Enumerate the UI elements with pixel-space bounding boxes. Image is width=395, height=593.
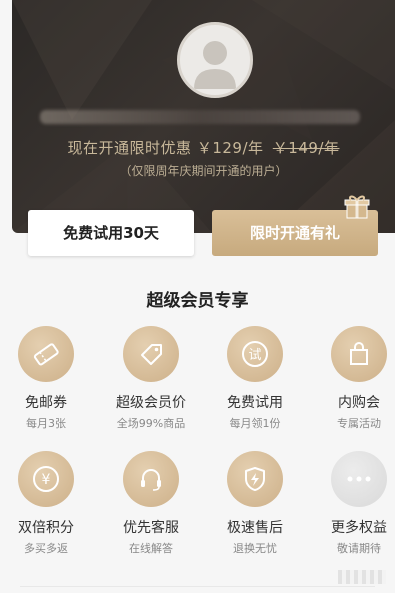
price-tag-icon [123, 326, 179, 382]
benefit-member-price[interactable]: 超级会员价 全场99%商品 [106, 326, 196, 431]
promo-old-price: ￥149/年 [272, 139, 340, 157]
watermark [338, 570, 386, 584]
yuan-icon: ¥ [18, 451, 74, 507]
promo-prefix: 现在开通限时优惠 [67, 139, 192, 157]
promo-note: （仅限周年庆期间开通的用户） [119, 164, 288, 178]
benefit-sub: 每月领1份 [229, 417, 281, 430]
promo-price-line: 现在开通限时优惠 ￥129/年 ￥149/年 [12, 137, 395, 158]
more-dots-icon [331, 451, 387, 507]
benefit-sub: 多买多返 [24, 542, 68, 555]
default-avatar-icon [194, 41, 236, 89]
benefit-free-shipping[interactable]: 免邮券 每月3张 [1, 326, 91, 431]
benefit-priority-service[interactable]: 优先客服 在线解答 [106, 451, 196, 556]
benefit-more[interactable]: 更多权益 敬请期待 [314, 451, 395, 556]
benefit-double-points[interactable]: ¥ 双倍积分 多买多返 [1, 451, 91, 556]
section-title: 超级会员专享 [146, 291, 249, 311]
shopping-bag-icon [331, 326, 387, 382]
username-blurred [40, 110, 360, 124]
benefit-name: 免邮券 [25, 395, 67, 411]
benefit-name: 内购会 [338, 395, 380, 411]
benefit-sub: 每月3张 [26, 417, 66, 430]
benefit-insider-sale[interactable]: 内购会 专属活动 [314, 326, 395, 431]
svg-text:试: 试 [248, 348, 261, 363]
benefit-sub: 敬请期待 [337, 542, 381, 555]
user-avatar[interactable] [177, 22, 253, 98]
headset-icon [123, 451, 179, 507]
benefit-name: 优先客服 [123, 520, 179, 536]
benefit-name: 极速售后 [227, 520, 283, 536]
svg-text:¥: ¥ [42, 472, 51, 488]
divider [20, 586, 375, 587]
benefit-free-trial[interactable]: 试 免费试用 每月领1份 [210, 326, 300, 431]
benefit-sub: 专属活动 [337, 417, 381, 430]
benefit-name: 更多权益 [331, 520, 387, 536]
trial-icon: 试 [227, 326, 283, 382]
benefit-fast-aftersale[interactable]: 极速售后 退换无忧 [210, 451, 300, 556]
gift-box-icon [344, 195, 370, 219]
benefit-name: 超级会员价 [116, 395, 186, 411]
benefit-name: 免费试用 [227, 395, 283, 411]
member-hero-banner: 现在开通限时优惠 ￥129/年 ￥149/年 （仅限周年庆期间开通的用户） [12, 0, 395, 233]
benefit-sub: 在线解答 [129, 542, 173, 555]
promo-price: ￥129/年 [196, 139, 264, 157]
benefit-name: 双倍积分 [18, 520, 74, 536]
benefit-sub: 全场99%商品 [116, 417, 186, 430]
free-trial-button[interactable]: 免费试用30天 [28, 210, 194, 256]
benefit-sub: 退换无忧 [233, 542, 277, 555]
ticket-icon [18, 326, 74, 382]
lightning-shield-icon [227, 451, 283, 507]
